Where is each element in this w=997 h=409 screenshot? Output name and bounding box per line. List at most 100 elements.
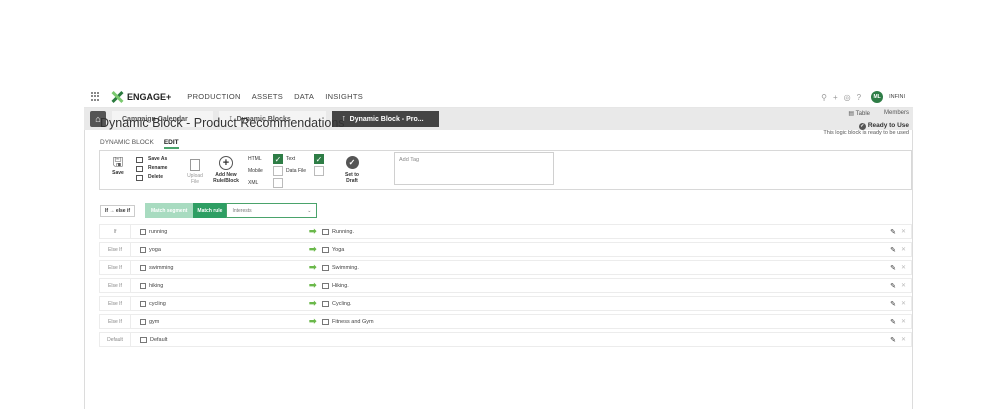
rule-row[interactable]: Else If yoga ➡ Yoga ✎ ✕: [99, 242, 912, 257]
save-button[interactable]: 🖫 Save: [109, 154, 127, 176]
rule-condition-label: Else If: [100, 279, 131, 292]
rule-row[interactable]: If running ➡ Running. ✎ ✕: [99, 224, 912, 239]
rule-select[interactable]: Interests ⌄: [226, 203, 318, 218]
segment-icon: [140, 264, 146, 271]
rule-row[interactable]: Else If swimming ➡ Swimming. ✎ ✕: [99, 260, 912, 275]
text-checkbox[interactable]: ✓: [314, 154, 324, 164]
avatar[interactable]: ML: [871, 91, 884, 103]
html-label: HTML: [248, 156, 262, 162]
delete-button[interactable]: Delete: [136, 173, 167, 182]
tab-label: Dynamic Block - Pro...: [349, 115, 424, 123]
sub-tabs: DYNAMIC BLOCK EDIT: [100, 139, 189, 149]
close-icon[interactable]: ✕: [901, 300, 906, 307]
segment[interactable]: swimming: [140, 264, 173, 271]
content-target[interactable]: Cycling.: [322, 300, 352, 307]
add-rule-button[interactable]: + Add New Rule/Block: [211, 156, 241, 184]
upload-file-button[interactable]: Upload File: [185, 159, 205, 185]
rule-row[interactable]: Else If hiking ➡ Hiking. ✎ ✕: [99, 278, 912, 293]
edit-icon[interactable]: ✎: [890, 300, 896, 308]
members-toggle[interactable]: Members: [884, 110, 909, 117]
segment[interactable]: gym: [140, 318, 159, 325]
set-to-draft-button[interactable]: ✓ Set to Draft: [341, 156, 363, 184]
segment[interactable]: hiking: [140, 282, 163, 289]
content-icon: [322, 300, 329, 307]
edit-icon[interactable]: ✎: [890, 336, 896, 344]
save-as-icon: [136, 156, 143, 163]
brand-logo[interactable]: ENGAGE+: [111, 90, 172, 103]
tab-dynamic-block-product[interactable]: ⊺ Dynamic Block - Pro...: [332, 111, 439, 127]
edit-icon[interactable]: ✎: [890, 228, 896, 236]
save-icon: 🖫: [112, 154, 124, 169]
subtab-edit[interactable]: EDIT: [163, 139, 179, 149]
rule-condition-label: Else If: [100, 315, 131, 328]
segment-icon: [140, 318, 146, 325]
segment[interactable]: running: [140, 228, 167, 235]
edit-icon[interactable]: ✎: [890, 264, 896, 272]
settings-icon[interactable]: ◎: [844, 93, 851, 102]
logo-icon: [111, 90, 124, 103]
match-segment-button[interactable]: Match segment: [145, 203, 194, 218]
close-icon[interactable]: ✕: [901, 282, 906, 289]
segment-icon: [140, 282, 146, 289]
mobile-label: Mobile: [248, 168, 263, 174]
data-file-checkbox[interactable]: [314, 166, 324, 176]
content-target[interactable]: Yoga: [322, 246, 344, 253]
help-icon[interactable]: ?: [857, 93, 861, 102]
arrow-right-icon: ➡: [309, 226, 317, 236]
search-icon[interactable]: ⚲: [821, 93, 827, 102]
mobile-checkbox[interactable]: [273, 166, 283, 176]
edit-icon[interactable]: ✎: [890, 282, 896, 290]
html-checkbox[interactable]: ✓: [273, 154, 283, 164]
edit-icon[interactable]: ✎: [890, 246, 896, 254]
default-content[interactable]: Default: [140, 336, 167, 343]
nav-production[interactable]: PRODUCTION: [187, 92, 240, 101]
org-name[interactable]: INFINI: [889, 94, 905, 100]
format-checkboxes: HTML ✓ Mobile XML: [248, 153, 283, 189]
file-actions: Save As Rename Delete: [136, 155, 167, 182]
nav-utilities: ⚲ + ◎ ? ML INFINI: [821, 86, 905, 108]
segment[interactable]: cycling: [140, 300, 166, 307]
close-icon[interactable]: ✕: [901, 246, 906, 253]
rename-button[interactable]: Rename: [136, 164, 167, 173]
check-circle-icon: ✓: [858, 123, 866, 130]
rule-row[interactable]: Else If gym ➡ Fitness and Gym ✎ ✕: [99, 314, 912, 329]
apps-grid-icon[interactable]: [91, 91, 101, 102]
ready-description: This logic block is ready to be used: [823, 130, 909, 136]
if-else-toggle[interactable]: If → else if: [100, 204, 136, 217]
add-icon[interactable]: +: [833, 93, 838, 102]
xml-checkbox[interactable]: [273, 178, 283, 188]
default-row[interactable]: Default Default ✎ ✕: [99, 332, 912, 347]
chevron-down-icon: ⌄: [307, 207, 312, 214]
match-rule-button[interactable]: Match rule: [193, 203, 227, 218]
nav-assets[interactable]: ASSETS: [252, 92, 283, 101]
content-icon: [322, 318, 329, 325]
rule-row[interactable]: Else If cycling ➡ Cycling. ✎ ✕: [99, 296, 912, 311]
content-icon: [322, 246, 329, 253]
close-icon[interactable]: ✕: [901, 318, 906, 325]
content-icon: [322, 228, 329, 235]
file-icon: [190, 159, 200, 171]
arrow-right-icon: ➡: [309, 316, 317, 326]
nav-data[interactable]: DATA: [294, 92, 314, 101]
arrow-right-icon: ➡: [309, 298, 317, 308]
table-toggle[interactable]: ▤ Table: [848, 110, 870, 117]
subtab-dynamic-block[interactable]: DYNAMIC BLOCK: [100, 139, 154, 149]
content-target[interactable]: Running.: [322, 228, 354, 235]
close-icon[interactable]: ✕: [901, 336, 906, 343]
segment[interactable]: yoga: [140, 246, 161, 253]
plus-circle-icon: +: [219, 156, 233, 170]
match-bar: If → else if Match segment Match rule In…: [100, 203, 318, 218]
content-target[interactable]: Fitness and Gym: [322, 318, 374, 325]
close-icon[interactable]: ✕: [901, 228, 906, 235]
edit-icon[interactable]: ✎: [890, 318, 896, 326]
brand-name: ENGAGE+: [127, 91, 172, 102]
add-tag-input[interactable]: Add Tag: [394, 152, 554, 185]
close-icon[interactable]: ✕: [901, 264, 906, 271]
save-as-button[interactable]: Save As: [136, 155, 167, 164]
rules-list: If running ➡ Running. ✎ ✕ Else If yoga ➡…: [99, 224, 912, 350]
content-target[interactable]: Swimming.: [322, 264, 359, 271]
arrow-right-icon: ➡: [309, 280, 317, 290]
rename-icon: [136, 165, 143, 172]
nav-insights[interactable]: INSIGHTS: [325, 92, 363, 101]
content-target[interactable]: Hiking.: [322, 282, 349, 289]
